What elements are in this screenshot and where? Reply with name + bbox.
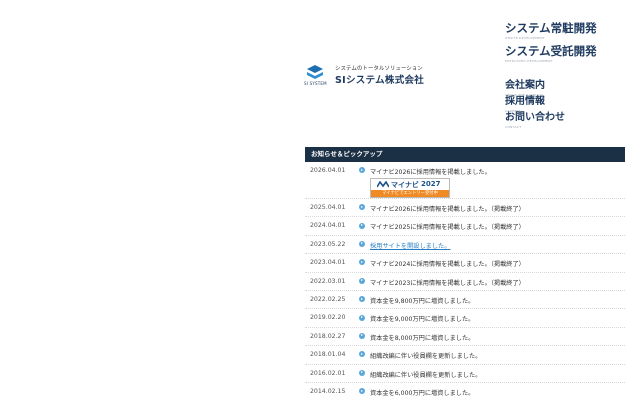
nav-label: 会社案内 [505,80,545,91]
nav-label: システム受託開発 [505,44,597,58]
arrow-bullet-icon [359,259,365,266]
news-text: マイナビ2023に採用情報を掲載しました。（掲載終了） [370,279,525,287]
news-date: 2018.02.27 [310,332,346,340]
nav-sublabel: ENTRUSTED DEVELOPMENT [505,59,553,63]
arrow-bullet-icon [359,296,365,303]
nav-label: 採用情報 [505,96,545,107]
banner-logo-row: マイナビ 2027 [371,179,449,190]
nav-label: お問い合わせ [505,112,565,123]
nav-item-onsite-development[interactable]: システム常駐開発 ONSITE DEVELOPMENT [505,21,597,40]
news-date: 2025.04.01 [310,204,346,211]
logo-mark-text: SI SYSTEM [304,81,327,86]
news-date: 2026.04.01 [310,167,346,174]
arrow-bullet-icon [359,314,365,321]
news-date: 2018.01.04 [310,351,346,359]
news-text: 資本金を9,800万円に増資しました。 [370,297,475,305]
news-section: お知らせ＆ピックアップ 2026.04.01 マイナビ2026に採用情報を掲載し… [305,147,625,400]
recruit-site-link[interactable]: 採用サイトを開設しました。 [370,241,450,250]
news-text: マイナビ2024に採用情報を掲載しました。（掲載終了） [370,261,525,269]
arrow-bullet-icon [359,277,365,284]
nav-sublabel: ONSITE DEVELOPMENT [505,36,545,40]
news-item: 2025.04.01 マイナビ2026に採用情報を掲載しました。（掲載終了） [305,199,625,218]
nav-sublabel: CONTACT [505,125,522,129]
nav-item-careers[interactable]: 採用情報 CAREERS [505,96,545,113]
company-logo[interactable]: SI SYSTEM システムのトータルソリューション SIシステム株式会社 [303,63,433,89]
news-text: マイナビ2026に採用情報を掲載しました。 [370,169,491,176]
news-text: 資本金を6,000万円に増資しました。 [370,389,475,397]
banner-cta: マイナビでエントリー受付中 [371,190,449,197]
news-text: 資本金を8,000万円に増資しました。 [370,334,475,342]
news-item: 2023.05.22 採用サイトを開設しました。 [305,236,625,255]
news-item: 2024.04.01 マイナビ2025に採用情報を掲載しました。（掲載終了） [305,217,625,236]
news-item: 2022.02.25 資本金を9,800万円に増資しました。 [305,291,625,310]
arrow-bullet-icon [359,240,365,247]
banner-brand: マイナビ [391,181,419,189]
news-date: 2014.02.15 [310,387,346,395]
news-item: 2022.03.01 マイナビ2023に採用情報を掲載しました。（掲載終了） [305,273,625,291]
arrow-bullet-icon [359,369,365,376]
nav-label: システム常駐開発 [505,21,597,35]
news-date: 2023.04.01 [310,259,346,267]
news-date: 2016.02.01 [310,369,346,377]
mynavi-logo-icon [377,181,389,188]
arrow-bullet-icon [359,167,365,174]
news-text: マイナビ2026に採用情報を掲載しました。（掲載終了） [370,206,525,213]
news-item: 2016.02.01 組織改編に伴い役員欄を更新しました。 [305,365,625,383]
news-item: 2014.02.15 資本金を6,000万円に増資しました。 [305,383,625,400]
news-item: 2018.02.27 資本金を8,000万円に増資しました。 [305,328,625,347]
news-item: 2018.01.04 組織改編に伴い役員欄を更新しました。 [305,346,625,365]
news-item: 2026.04.01 マイナビ2026に採用情報を掲載しました。 [305,162,625,199]
news-date: 2023.05.22 [310,240,346,248]
news-date: 2024.04.01 [310,222,346,230]
nav-item-contact[interactable]: お問い合わせ CONTACT [505,112,565,129]
banner-year: 2027 [421,180,441,188]
nav-item-about[interactable]: 会社案内 ABOUT THE COMPANY [505,80,545,97]
news-text: 組織改編に伴い役員欄を更新しました。 [370,353,482,361]
news-text: マイナビ2025に採用情報を掲載しました。（掲載終了） [370,224,525,232]
news-header: お知らせ＆ピックアップ [305,147,625,162]
logo-tagline: システムのトータルソリューション [335,66,423,72]
news-date: 2022.02.25 [310,295,346,303]
nav-item-entrusted-development[interactable]: システム受託開発 ENTRUSTED DEVELOPMENT [505,44,597,63]
arrow-bullet-icon [359,222,365,229]
news-item: 2023.04.01 マイナビ2024に採用情報を掲載しました。（掲載終了） [305,254,625,273]
news-item: 2019.02.20 資本金を9,000万円に増資しました。 [305,309,625,328]
news-text: 組織改編に伴い役員欄を更新しました。 [370,371,482,379]
arrow-bullet-icon [359,204,365,211]
arrow-bullet-icon [359,388,365,395]
mynavi-entry-banner[interactable]: マイナビ 2027 マイナビでエントリー受付中 [370,178,450,198]
arrow-bullet-icon [359,332,365,339]
news-date: 2019.02.20 [310,314,346,322]
news-text: 資本金を9,000万円に増資しました。 [370,316,475,324]
arrow-bullet-icon [359,351,365,358]
company-name: SIシステム株式会社 [335,75,425,86]
news-date: 2022.03.01 [310,277,346,285]
